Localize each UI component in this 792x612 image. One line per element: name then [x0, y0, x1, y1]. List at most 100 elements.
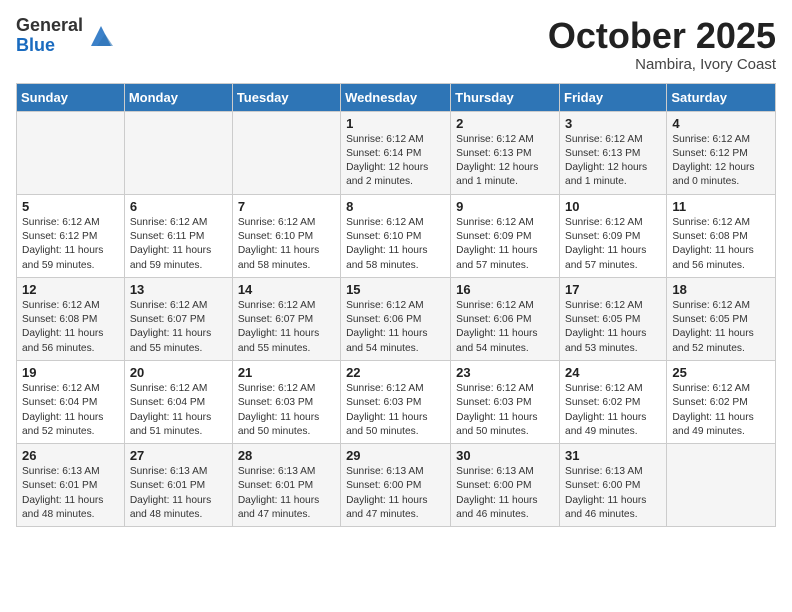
day-number: 15 [346, 282, 445, 297]
weekday-header-monday: Monday [124, 83, 232, 111]
day-number: 27 [130, 448, 227, 463]
day-info: Sunrise: 6:12 AMSunset: 6:12 PMDaylight:… [22, 216, 119, 273]
day-number: 30 [456, 448, 554, 463]
day-number: 6 [130, 199, 227, 214]
logo-icon [87, 22, 115, 50]
calendar-cell: 30 Sunrise: 6:13 AMSunset: 6:00 PMDayligh… [451, 444, 560, 527]
calendar-cell [17, 111, 125, 194]
day-number: 13 [130, 282, 227, 297]
day-info: Sunrise: 6:12 AMSunset: 6:13 PMDaylight:… [456, 133, 554, 190]
day-number: 4 [672, 116, 770, 131]
day-number: 8 [346, 199, 445, 214]
day-info: Sunrise: 6:12 AMSunset: 6:02 PMDaylight:… [565, 382, 661, 439]
calendar-cell: 14 Sunrise: 6:12 AMSunset: 6:07 PMDayligh… [232, 277, 340, 360]
calendar-cell: 29Sunrise: 6:13 AMSunset: 6:00 PMDayligh… [341, 444, 451, 527]
day-info: Sunrise: 6:13 AMSunset: 6:01 PMDaylight:… [130, 465, 227, 522]
calendar-week-row: 5Sunrise: 6:12 AMSunset: 6:12 PMDaylight… [17, 194, 776, 277]
weekday-header-saturday: Saturday [667, 83, 776, 111]
calendar-cell: 8 Sunrise: 6:12 AMSunset: 6:10 PMDaylight… [341, 194, 451, 277]
day-info: Sunrise: 6:12 AMSunset: 6:08 PMDaylight:… [672, 216, 770, 273]
calendar-cell: 11 Sunrise: 6:12 AMSunset: 6:08 PMDayligh… [667, 194, 776, 277]
day-info: Sunrise: 6:12 AMSunset: 6:10 PMDaylight:… [346, 216, 445, 273]
day-number: 22 [346, 365, 445, 380]
location-subtitle: Nambira, Ivory Coast [548, 56, 776, 73]
day-info: Sunrise: 6:12 AMSunset: 6:04 PMDaylight:… [130, 382, 227, 439]
calendar-cell: 23 Sunrise: 6:12 AMSunset: 6:03 PMDayligh… [451, 360, 560, 443]
day-number: 16 [456, 282, 554, 297]
logo: General Blue [16, 16, 115, 56]
day-info: Sunrise: 6:13 AMSunset: 6:01 PMDaylight:… [238, 465, 335, 522]
day-number: 25 [672, 365, 770, 380]
calendar-cell: 19Sunrise: 6:12 AMSunset: 6:04 PMDayligh… [17, 360, 125, 443]
day-info: Sunrise: 6:12 AMSunset: 6:03 PMDaylight:… [346, 382, 445, 439]
calendar-cell: 3Sunrise: 6:12 AMSunset: 6:13 PMDaylight… [560, 111, 667, 194]
day-info: Sunrise: 6:12 AMSunset: 6:07 PMDaylight:… [238, 299, 335, 356]
day-info: Sunrise: 6:12 AMSunset: 6:06 PMDaylight:… [346, 299, 445, 356]
day-number: 7 [238, 199, 335, 214]
day-number: 23 [456, 365, 554, 380]
day-info: Sunrise: 6:13 AMSunset: 6:01 PMDaylight:… [22, 465, 119, 522]
calendar-cell: 24Sunrise: 6:12 AMSunset: 6:02 PMDayligh… [560, 360, 667, 443]
calendar-cell: 27 Sunrise: 6:13 AMSunset: 6:01 PMDayligh… [124, 444, 232, 527]
calendar-cell: 31 Sunrise: 6:13 AMSunset: 6:00 PMDayligh… [560, 444, 667, 527]
day-number: 26 [22, 448, 119, 463]
calendar-table: SundayMondayTuesdayWednesdayThursdayFrid… [16, 83, 776, 528]
weekday-header-wednesday: Wednesday [341, 83, 451, 111]
weekday-header-tuesday: Tuesday [232, 83, 340, 111]
day-info: Sunrise: 6:12 AMSunset: 6:05 PMDaylight:… [565, 299, 661, 356]
day-info: Sunrise: 6:12 AMSunset: 6:03 PMDaylight:… [456, 382, 554, 439]
calendar-cell: 22 Sunrise: 6:12 AMSunset: 6:03 PMDayligh… [341, 360, 451, 443]
calendar-week-row: 12 Sunrise: 6:12 AMSunset: 6:08 PMDayligh… [17, 277, 776, 360]
day-info: Sunrise: 6:12 AMSunset: 6:09 PMDaylight:… [565, 216, 661, 273]
day-number: 10 [565, 199, 661, 214]
calendar-cell: 1 Sunrise: 6:12 AMSunset: 6:14 PMDaylight… [341, 111, 451, 194]
day-number: 21 [238, 365, 335, 380]
day-number: 9 [456, 199, 554, 214]
calendar-cell: 6 Sunrise: 6:12 AMSunset: 6:11 PMDaylight… [124, 194, 232, 277]
weekday-header-row: SundayMondayTuesdayWednesdayThursdayFrid… [17, 83, 776, 111]
logo-general-text: General [16, 16, 83, 36]
calendar-cell: 28Sunrise: 6:13 AMSunset: 6:01 PMDayligh… [232, 444, 340, 527]
day-info: Sunrise: 6:12 AMSunset: 6:08 PMDaylight:… [22, 299, 119, 356]
day-number: 19 [22, 365, 119, 380]
calendar-cell: 15 Sunrise: 6:12 AMSunset: 6:06 PMDayligh… [341, 277, 451, 360]
day-info: Sunrise: 6:12 AMSunset: 6:11 PMDaylight:… [130, 216, 227, 273]
title-area: October 2025 Nambira, Ivory Coast [548, 16, 776, 73]
calendar-cell: 25Sunrise: 6:12 AMSunset: 6:02 PMDayligh… [667, 360, 776, 443]
day-info: Sunrise: 6:13 AMSunset: 6:00 PMDaylight:… [565, 465, 661, 522]
calendar-cell: 18Sunrise: 6:12 AMSunset: 6:05 PMDayligh… [667, 277, 776, 360]
calendar-cell: 20 Sunrise: 6:12 AMSunset: 6:04 PMDayligh… [124, 360, 232, 443]
month-title: October 2025 [548, 16, 776, 56]
calendar-cell: 10 Sunrise: 6:12 AMSunset: 6:09 PMDayligh… [560, 194, 667, 277]
calendar-cell: 2Sunrise: 6:12 AMSunset: 6:13 PMDaylight… [451, 111, 560, 194]
day-info: Sunrise: 6:13 AMSunset: 6:00 PMDaylight:… [346, 465, 445, 522]
day-number: 12 [22, 282, 119, 297]
calendar-cell [667, 444, 776, 527]
calendar-cell: 13 Sunrise: 6:12 AMSunset: 6:07 PMDayligh… [124, 277, 232, 360]
calendar-cell: 7Sunrise: 6:12 AMSunset: 6:10 PMDaylight… [232, 194, 340, 277]
weekday-header-thursday: Thursday [451, 83, 560, 111]
day-info: Sunrise: 6:12 AMSunset: 6:12 PMDaylight:… [672, 133, 770, 190]
calendar-cell: 12 Sunrise: 6:12 AMSunset: 6:08 PMDayligh… [17, 277, 125, 360]
weekday-header-friday: Friday [560, 83, 667, 111]
day-info: Sunrise: 6:12 AMSunset: 6:13 PMDaylight:… [565, 133, 661, 190]
day-number: 1 [346, 116, 445, 131]
day-info: Sunrise: 6:12 AMSunset: 6:07 PMDaylight:… [130, 299, 227, 356]
day-info: Sunrise: 6:12 AMSunset: 6:09 PMDaylight:… [456, 216, 554, 273]
day-number: 17 [565, 282, 661, 297]
day-number: 20 [130, 365, 227, 380]
day-info: Sunrise: 6:12 AMSunset: 6:06 PMDaylight:… [456, 299, 554, 356]
day-info: Sunrise: 6:13 AMSunset: 6:00 PMDaylight:… [456, 465, 554, 522]
page-header: General Blue October 2025 Nambira, Ivory… [16, 16, 776, 73]
day-number: 14 [238, 282, 335, 297]
calendar-cell: 26 Sunrise: 6:13 AMSunset: 6:01 PMDayligh… [17, 444, 125, 527]
calendar-cell: 21 Sunrise: 6:12 AMSunset: 6:03 PMDayligh… [232, 360, 340, 443]
weekday-header-sunday: Sunday [17, 83, 125, 111]
day-info: Sunrise: 6:12 AMSunset: 6:05 PMDaylight:… [672, 299, 770, 356]
day-number: 31 [565, 448, 661, 463]
calendar-week-row: 26 Sunrise: 6:13 AMSunset: 6:01 PMDayligh… [17, 444, 776, 527]
calendar-cell [124, 111, 232, 194]
day-number: 11 [672, 199, 770, 214]
day-info: Sunrise: 6:12 AMSunset: 6:03 PMDaylight:… [238, 382, 335, 439]
day-info: Sunrise: 6:12 AMSunset: 6:14 PMDaylight:… [346, 133, 445, 190]
